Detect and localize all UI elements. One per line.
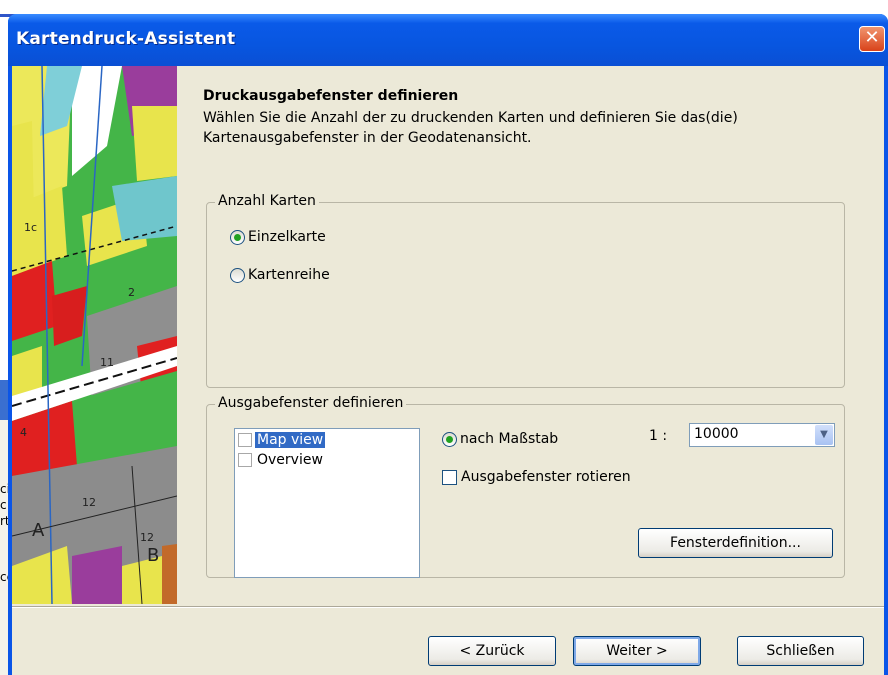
list-item-checkbox[interactable] bbox=[238, 453, 252, 467]
footer-separator bbox=[12, 606, 884, 608]
list-item-label: Overview bbox=[257, 452, 323, 468]
page-title: Druckausgabefenster definieren bbox=[203, 88, 459, 104]
svg-text:4: 4 bbox=[20, 426, 27, 439]
back-button[interactable]: < Zurück bbox=[428, 636, 556, 666]
radio-einzelkarte-label: Einzelkarte bbox=[248, 229, 326, 245]
svg-text:1c: 1c bbox=[24, 221, 37, 234]
svg-text:B: B bbox=[147, 545, 159, 566]
svg-text:11: 11 bbox=[100, 356, 114, 369]
fensterdefinition-button[interactable]: Fensterdefinition... bbox=[638, 528, 833, 558]
next-button[interactable]: Weiter > bbox=[573, 636, 701, 666]
page-description: Wählen Sie die Anzahl der zu druckenden … bbox=[203, 110, 738, 146]
close-icon: ✕ bbox=[864, 27, 880, 48]
svg-text:A: A bbox=[32, 520, 45, 541]
radio-circle bbox=[442, 431, 457, 447]
rotate-checkbox[interactable]: Ausgabefenster rotieren bbox=[442, 469, 631, 485]
radio-einzelkarte[interactable]: Einzelkarte bbox=[230, 229, 326, 245]
rotate-checkbox-label: Ausgabefenster rotieren bbox=[461, 469, 631, 485]
title-bar[interactable]: Kartendruck-Assistent ✕ bbox=[8, 14, 888, 66]
radio-selected-dot bbox=[446, 435, 453, 443]
dialog-body: A B 12 12 1c 2 11 4 Druckausgabefenster … bbox=[12, 66, 884, 675]
list-item-overview[interactable]: Overview bbox=[238, 452, 325, 468]
radio-kartenreihe-label: Kartenreihe bbox=[248, 267, 330, 283]
svg-text:2: 2 bbox=[128, 286, 135, 299]
radio-nach-massstab-label: nach Maßstab bbox=[460, 431, 559, 447]
list-item-label: Map view bbox=[255, 432, 326, 448]
window-title: Kartendruck-Assistent bbox=[16, 29, 236, 49]
chevron-down-icon[interactable]: ▼ bbox=[815, 425, 833, 445]
scale-value: 10000 bbox=[694, 426, 739, 442]
radio-kartenreihe[interactable]: Kartenreihe bbox=[230, 267, 330, 283]
ausgabefenster-label: Ausgabefenster definieren bbox=[215, 395, 407, 411]
close-window-button[interactable]: ✕ bbox=[859, 26, 885, 52]
anzahl-karten-label: Anzahl Karten bbox=[215, 193, 319, 209]
anzahl-karten-group: Anzahl Karten Einzelkarte Kartenreihe bbox=[206, 193, 845, 388]
list-item-checkbox[interactable] bbox=[238, 433, 252, 447]
scale-combobox[interactable]: 10000 ▼ bbox=[689, 423, 835, 447]
radio-selected-dot bbox=[234, 233, 241, 241]
output-window-list[interactable]: Map view Overview bbox=[234, 428, 420, 578]
wizard-dialog: Kartendruck-Assistent ✕ A B 12 12 1c 2 1… bbox=[8, 14, 888, 675]
radio-circle bbox=[230, 267, 245, 283]
list-item-map-view[interactable]: Map view bbox=[238, 432, 326, 448]
radio-nach-massstab[interactable]: nach Maßstab bbox=[442, 431, 558, 447]
svg-text:12: 12 bbox=[140, 531, 154, 544]
checkbox-box[interactable] bbox=[442, 469, 457, 485]
cadastral-map-image: A B 12 12 1c 2 11 4 bbox=[12, 66, 177, 604]
scale-prefix: 1 : bbox=[649, 428, 668, 444]
close-button[interactable]: Schließen bbox=[737, 636, 864, 666]
radio-circle bbox=[230, 229, 245, 245]
svg-text:12: 12 bbox=[82, 496, 96, 509]
